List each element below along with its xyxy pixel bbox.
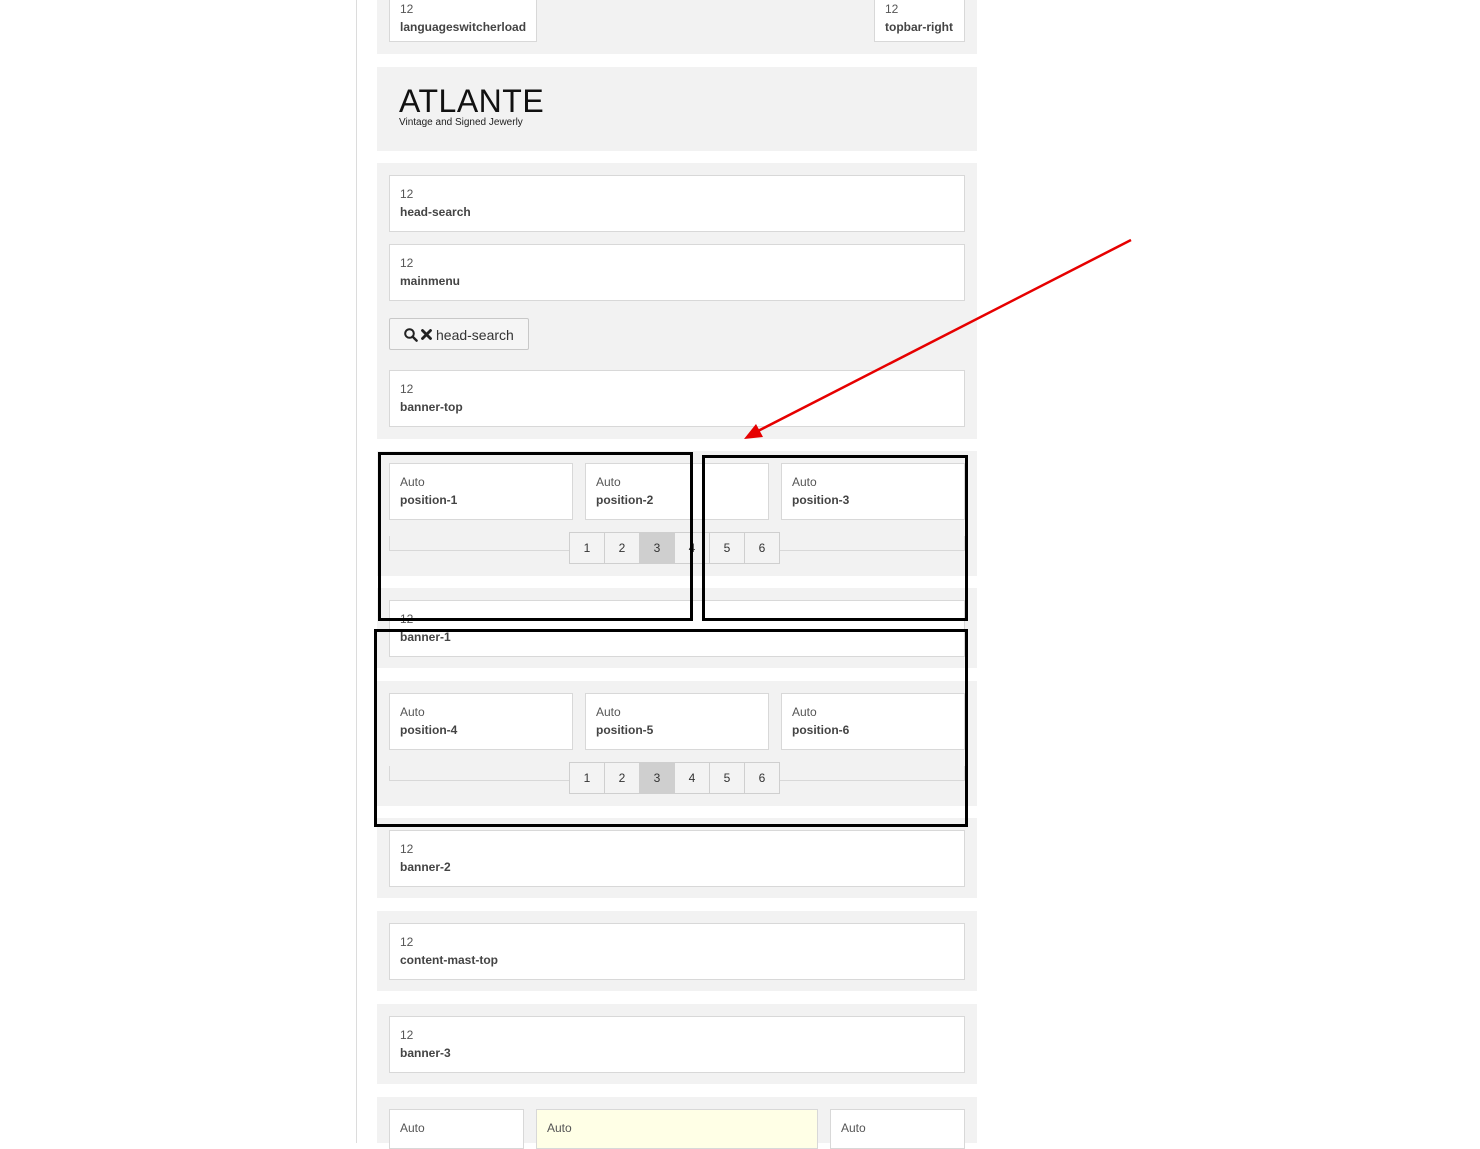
annotation-arrow xyxy=(744,238,1132,439)
